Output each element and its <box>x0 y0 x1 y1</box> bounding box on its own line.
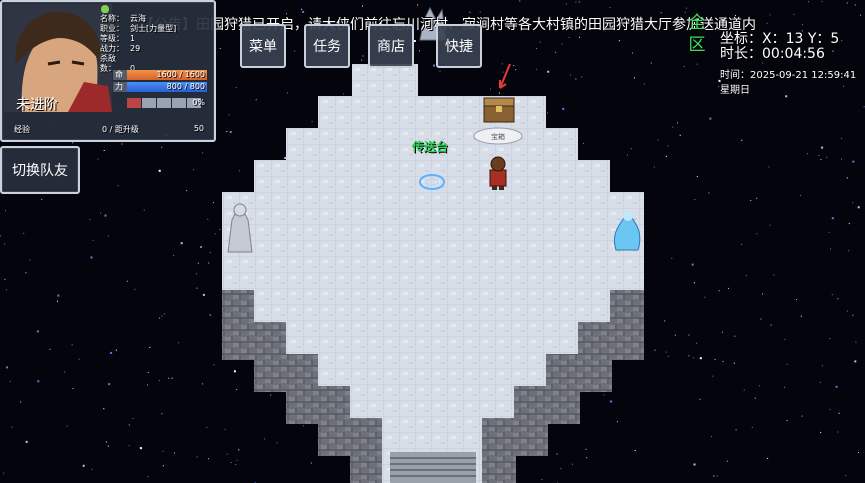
element-gem-icon <box>101 5 109 13</box>
stairs <box>390 452 476 483</box>
hp-value: 1600 / 1600 <box>156 70 206 79</box>
play-time: 时长：00:04:56 <box>720 46 825 62</box>
character-class: 剑士[力量型] <box>130 24 177 33</box>
chest-sign-text: 宝箱 <box>491 132 505 141</box>
power-label: 战力： <box>100 44 124 53</box>
teleport-label: 传送台 <box>412 140 449 154</box>
mp-value: 800 / 800 <box>166 82 205 91</box>
info-readout: 坐标：X：13 Y：5 时长：00:04:56 <box>720 32 839 62</box>
class-label: 职业： <box>100 24 124 33</box>
level-label: 等级： <box>100 34 124 43</box>
zone-indicator: 全 区 <box>686 12 708 56</box>
exp-label: 经验 <box>14 125 30 134</box>
character-name: 云海 <box>130 14 146 23</box>
chest-sign: 宝箱 <box>473 127 523 145</box>
rage-bar: 0% <box>113 98 207 108</box>
rage-cells <box>127 98 201 108</box>
character-stats: 名称： 云海 职业： 剑士[力量型] 等级： 1 战力： 29 杀敌数： 0 <box>100 14 176 74</box>
name-label: 名称： <box>100 14 124 23</box>
exp-value: 0 / 距升级 <box>102 125 139 134</box>
mp-bar: 力 800 / 800 <box>113 82 207 92</box>
zone-char-1: 全 <box>688 13 706 33</box>
rage-value: 0% <box>192 98 205 107</box>
shop-button[interactable]: 商店 <box>368 24 414 68</box>
treasure-chest[interactable] <box>483 97 515 123</box>
combat-power: 29 <box>130 44 141 53</box>
character-status-panel: 未进阶 名称： 云海 职业： 剑士[力量型] 等级： 1 战力： 29 杀敌数： 0 命 … <box>0 0 216 142</box>
character-level: 1 <box>130 34 136 43</box>
hp-bar: 命 1600 / 1600 <box>113 70 207 80</box>
switch-party-button[interactable]: 切换队友 <box>0 146 80 194</box>
menu-button[interactable]: 菜单 <box>240 24 286 68</box>
advancement-rank: 未进阶 <box>16 97 58 113</box>
shortcut-button[interactable]: 快捷 <box>436 24 482 68</box>
zone-char-2: 区 <box>688 35 706 55</box>
quest-button[interactable]: 任务 <box>304 24 350 68</box>
coordinates: 坐标：X：13 Y：5 <box>720 31 840 47</box>
datetime: 时间：2025-09-21 12:59:41 星期日 <box>720 70 857 96</box>
player-character <box>489 156 507 190</box>
exp-next: 50 <box>193 124 204 133</box>
